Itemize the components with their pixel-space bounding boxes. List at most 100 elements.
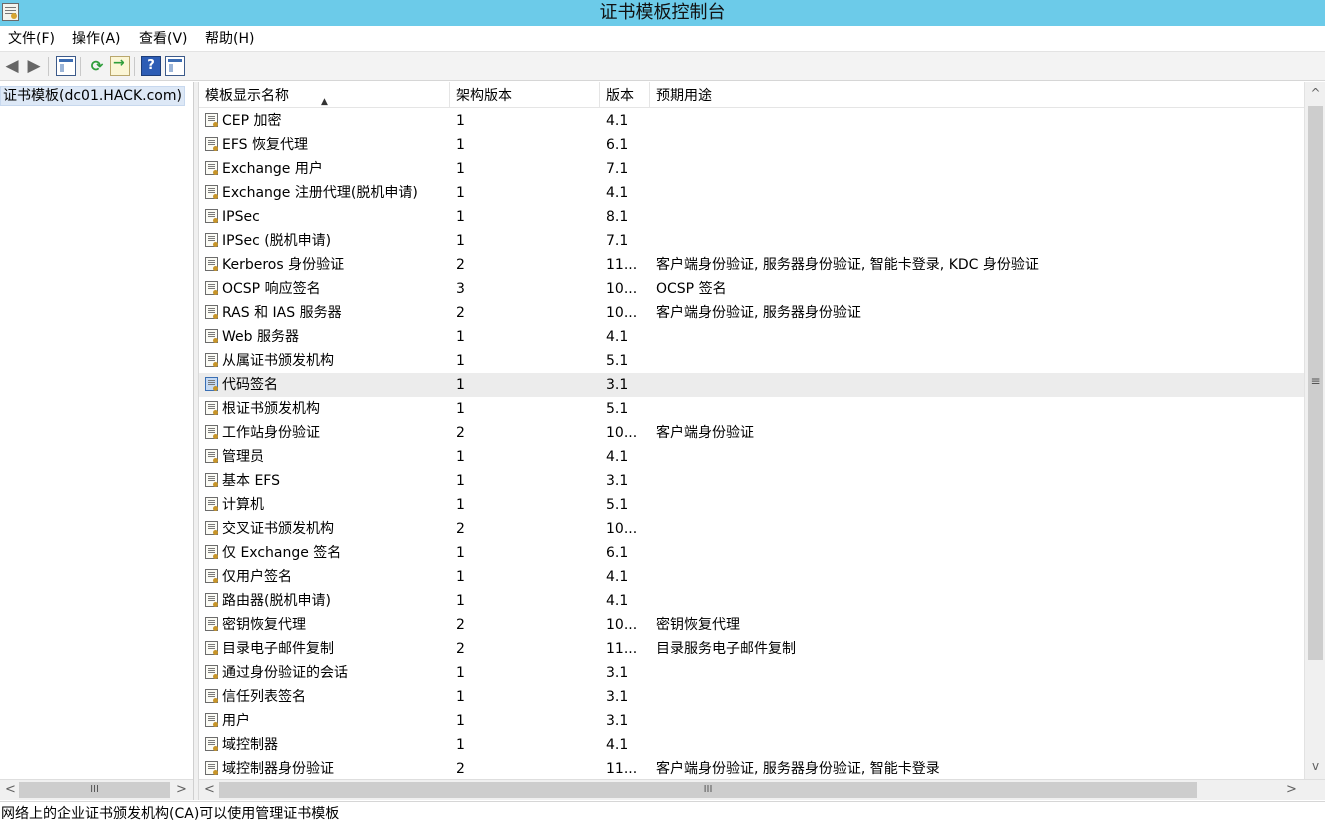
certificate-template-icon [205, 281, 218, 295]
template-version: 10... [606, 617, 638, 633]
template-row[interactable]: Kerberos 身份验证 2 11... 客户端身份验证, 服务器身份验证, 智能卡… [199, 253, 1304, 277]
vertical-scroll-thumb[interactable]: ≡ [1308, 106, 1323, 660]
template-row[interactable]: EFS 恢复代理 1 6.1 [199, 133, 1304, 157]
template-version: 3.1 [606, 473, 629, 489]
certificate-template-icon [205, 425, 218, 439]
template-row[interactable]: Exchange 注册代理(脱机申请) 1 4.1 [199, 181, 1304, 205]
schema-version: 1 [456, 497, 465, 513]
menu-file[interactable]: 文件(F) [8, 30, 55, 48]
column-header-label: 架构版本 [456, 88, 512, 104]
template-name: 根证书颁发机构 [222, 401, 320, 417]
template-row[interactable]: CEP 加密 1 4.1 [199, 109, 1304, 133]
column-header-intended-purposes[interactable]: 预期用途 [650, 82, 1304, 108]
menu-view[interactable]: 查看(V) [139, 30, 188, 48]
template-row[interactable]: 仅 Exchange 签名 1 6.1 [199, 541, 1304, 565]
help-icon[interactable]: ? [141, 56, 161, 76]
template-name: CEP 加密 [222, 113, 282, 129]
template-name: 信任列表签名 [222, 689, 306, 705]
template-row[interactable]: 域控制器身份验证 2 11... 客户端身份验证, 服务器身份验证, 智能卡登录 [199, 757, 1304, 779]
menu-action[interactable]: 操作(A) [72, 30, 121, 48]
schema-version: 2 [456, 425, 465, 441]
template-version: 4.1 [606, 329, 629, 345]
column-header-schema-version[interactable]: 架构版本 [450, 82, 600, 108]
list-header: 模板显示名称 ▲ 架构版本 版本 预期用途 [199, 82, 1304, 108]
template-row[interactable]: 通过身份验证的会话 1 3.1 [199, 661, 1304, 685]
schema-version: 2 [456, 257, 465, 273]
template-version: 6.1 [606, 137, 629, 153]
intended-purposes: 目录服务电子邮件复制 [656, 641, 796, 657]
template-name: Web 服务器 [222, 329, 299, 345]
scroll-down-icon[interactable]: v [1305, 756, 1325, 776]
template-row[interactable]: RAS 和 IAS 服务器 2 10... 客户端身份验证, 服务器身份验证 [199, 301, 1304, 325]
scroll-thumb[interactable]: III [19, 782, 170, 798]
template-name: Kerberos 身份验证 [222, 257, 345, 273]
template-version: 3.1 [606, 665, 629, 681]
scroll-grip: ≡ [1310, 374, 1321, 388]
certificate-template-icon [205, 257, 218, 271]
schema-version: 1 [456, 449, 465, 465]
template-version: 3.1 [606, 689, 629, 705]
template-row[interactable]: Web 服务器 1 4.1 [199, 325, 1304, 349]
certificate-template-icon [205, 401, 218, 415]
intended-purposes: 客户端身份验证, 服务器身份验证, 智能卡登录, KDC 身份验证 [656, 257, 1039, 273]
template-row[interactable]: 仅用户签名 1 4.1 [199, 565, 1304, 589]
template-row[interactable]: 管理员 1 4.1 [199, 445, 1304, 469]
template-row[interactable]: 根证书颁发机构 1 5.1 [199, 397, 1304, 421]
back-arrow-icon[interactable]: ◀ [2, 56, 22, 76]
template-version: 7.1 [606, 233, 629, 249]
action-pane-icon[interactable] [165, 56, 185, 76]
template-row[interactable]: IPSec 1 8.1 [199, 205, 1304, 229]
list-vertical-scrollbar[interactable]: ^ ≡ v [1304, 82, 1325, 779]
console-tree-icon[interactable] [56, 56, 76, 76]
toolbar-separator [134, 57, 135, 76]
schema-version: 2 [456, 305, 465, 321]
template-row[interactable]: 交叉证书颁发机构 2 10... [199, 517, 1304, 541]
column-header-version[interactable]: 版本 [600, 82, 650, 108]
template-row[interactable]: 密钥恢复代理 2 10... 密钥恢复代理 [199, 613, 1304, 637]
template-name: 管理员 [222, 449, 264, 465]
forward-arrow-icon[interactable]: ▶ [24, 56, 44, 76]
template-version: 4.1 [606, 185, 629, 201]
tree-horizontal-scrollbar[interactable]: < III > [0, 779, 193, 800]
template-name: 域控制器 [222, 737, 278, 753]
template-row[interactable]: IPSec (脱机申请) 1 7.1 [199, 229, 1304, 253]
toolbar-separator [80, 57, 81, 76]
template-name: 计算机 [222, 497, 264, 513]
console-tree-pane: 证书模板(dc01.HACK.com) < III > [0, 82, 194, 800]
template-row[interactable]: 信任列表签名 1 3.1 [199, 685, 1304, 709]
scroll-left-icon[interactable]: < [2, 780, 19, 800]
template-row[interactable]: Exchange 用户 1 7.1 [199, 157, 1304, 181]
scroll-up-icon[interactable]: ^ [1305, 83, 1325, 103]
tree-root-certificate-templates[interactable]: 证书模板(dc01.HACK.com) [0, 86, 185, 106]
schema-version: 1 [456, 113, 465, 129]
certificate-template-icon [205, 329, 218, 343]
scroll-grip: III [703, 784, 713, 795]
template-name: 代码签名 [222, 377, 278, 393]
refresh-icon[interactable]: ⟳ [87, 56, 107, 76]
certificate-template-icon [205, 233, 218, 247]
toolbar-separator [48, 57, 49, 76]
template-row[interactable]: 代码签名 1 3.1 [199, 373, 1304, 397]
template-name: EFS 恢复代理 [222, 137, 308, 153]
scroll-left-icon[interactable]: < [201, 780, 218, 800]
template-row[interactable]: 路由器(脱机申请) 1 4.1 [199, 589, 1304, 613]
column-header-template-name[interactable]: 模板显示名称 ▲ [199, 82, 450, 108]
template-row[interactable]: OCSP 响应签名 3 10... OCSP 签名 [199, 277, 1304, 301]
schema-version: 2 [456, 617, 465, 633]
template-row[interactable]: 从属证书颁发机构 1 5.1 [199, 349, 1304, 373]
certificate-template-icon [205, 617, 218, 631]
template-row[interactable]: 用户 1 3.1 [199, 709, 1304, 733]
scroll-thumb[interactable]: III [219, 782, 1197, 798]
list-horizontal-scrollbar[interactable]: < III > [199, 779, 1325, 800]
menu-help[interactable]: 帮助(H) [205, 30, 254, 48]
template-row[interactable]: 工作站身份验证 2 10... 客户端身份验证 [199, 421, 1304, 445]
template-version: 4.1 [606, 593, 629, 609]
scroll-right-icon[interactable]: > [1283, 780, 1300, 800]
scroll-right-icon[interactable]: > [173, 780, 190, 800]
template-row[interactable]: 计算机 1 5.1 [199, 493, 1304, 517]
template-row[interactable]: 基本 EFS 1 3.1 [199, 469, 1304, 493]
template-row[interactable]: 域控制器 1 4.1 [199, 733, 1304, 757]
template-row[interactable]: 目录电子邮件复制 2 11... 目录服务电子邮件复制 [199, 637, 1304, 661]
export-list-icon[interactable] [110, 55, 130, 76]
template-name: 基本 EFS [222, 473, 280, 489]
